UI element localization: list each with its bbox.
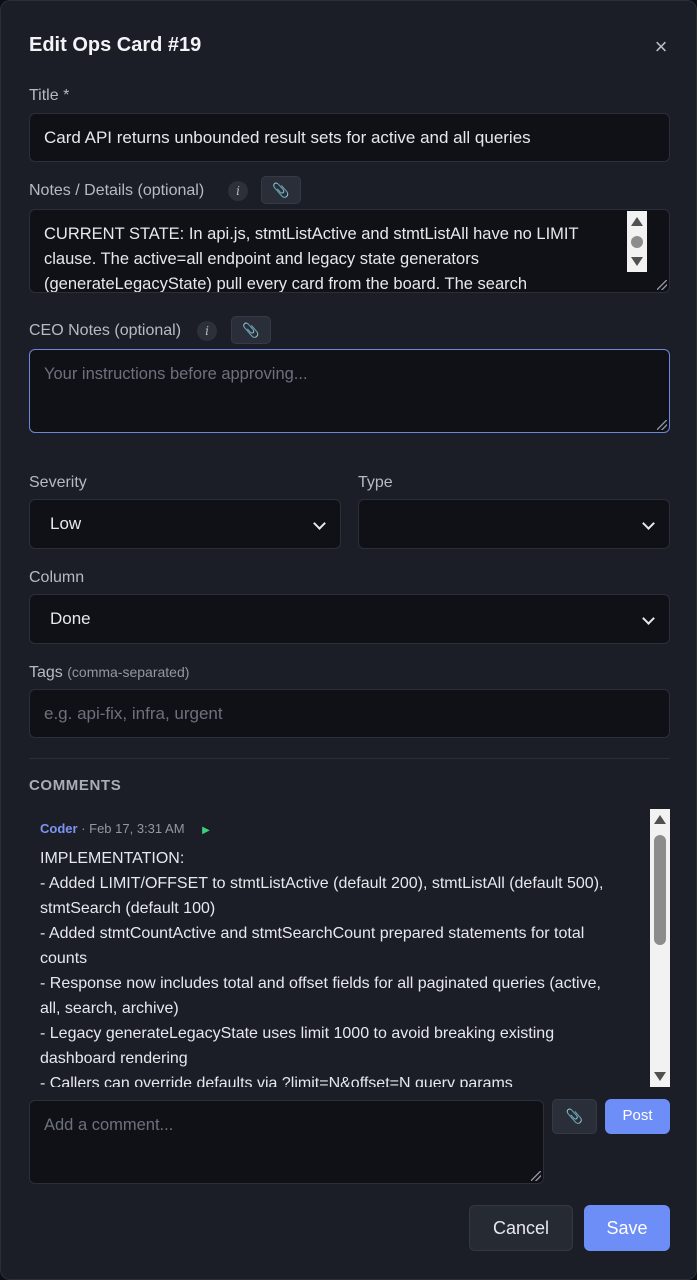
severity-select[interactable]: Low (29, 499, 341, 549)
comment-author: Coder (40, 821, 78, 836)
comments-list: Coder · Feb 17, 3:31 AM ▶ IMPLEMENTATION… (29, 809, 670, 1087)
resize-handle-icon[interactable] (657, 420, 667, 430)
comment-line: - Response now includes total and offset… (40, 975, 601, 992)
tags-hint: (comma-separated) (67, 664, 190, 680)
close-icon[interactable]: × (649, 35, 673, 59)
paperclip-icon: 📎 (242, 322, 260, 338)
comment-line: - Legacy generateLegacyState uses limit … (40, 1025, 555, 1042)
paperclip-icon: 📎 (272, 182, 290, 198)
comment-line: stmtSearch (default 100) (40, 900, 216, 917)
scroll-thumb[interactable] (654, 835, 666, 945)
severity-value: Low (50, 514, 82, 533)
ceo-notes-textarea[interactable]: Your instructions before approving... (29, 349, 670, 433)
add-comment-placeholder: Add a comment... (44, 1116, 174, 1134)
notes-label: Notes / Details (optional) (29, 182, 205, 199)
dialog-title: Edit Ops Card #19 (29, 34, 202, 56)
comment-line: all, search, archive) (40, 1000, 179, 1017)
comment-body: IMPLEMENTATION: - Added LIMIT/OFFSET to … (40, 846, 640, 1087)
chevron-down-icon (313, 517, 326, 530)
column-value: Done (50, 609, 91, 628)
comment-line: counts (40, 950, 88, 967)
save-button[interactable]: Save (584, 1205, 670, 1251)
comment-timestamp: · Feb 17, 3:31 AM (81, 821, 185, 836)
play-icon[interactable]: ▶ (202, 825, 210, 836)
divider (29, 758, 670, 759)
ceo-info-icon[interactable]: i (197, 321, 217, 341)
scroll-up-icon[interactable] (631, 217, 643, 226)
type-select[interactable] (358, 499, 670, 549)
paperclip-icon: 📎 (565, 1108, 584, 1124)
title-input-value: Card API returns unbounded result sets f… (44, 128, 531, 147)
comment-attach-button[interactable]: 📎 (552, 1099, 597, 1134)
column-select[interactable]: Done (29, 594, 670, 644)
notes-line: CURRENT STATE: In api.js, stmtListActive… (44, 225, 579, 243)
tags-input[interactable]: e.g. api-fix, infra, urgent (29, 689, 670, 738)
comment-meta: Coder · Feb 17, 3:31 AM ▶ (40, 821, 210, 836)
edit-card-dialog: Edit Ops Card #19 × Title * Card API ret… (0, 0, 697, 1280)
severity-label: Severity (29, 474, 87, 491)
resize-handle-icon[interactable] (657, 280, 667, 290)
notes-textarea[interactable]: CURRENT STATE: In api.js, stmtListActive… (29, 209, 670, 293)
ceo-notes-placeholder: Your instructions before approving... (44, 365, 308, 383)
comments-title: COMMENTS (29, 777, 122, 794)
cancel-button[interactable]: Cancel (469, 1205, 573, 1251)
comment-line: dashboard rendering (40, 1050, 188, 1067)
notes-attach-button[interactable]: 📎 (261, 176, 301, 204)
resize-handle-icon[interactable] (531, 1171, 541, 1181)
post-button[interactable]: Post (605, 1099, 670, 1134)
column-label: Column (29, 569, 85, 586)
title-input[interactable]: Card API returns unbounded result sets f… (29, 113, 670, 162)
ceo-attach-button[interactable]: 📎 (231, 316, 271, 344)
tags-label: Tags (comma-separated) (29, 664, 189, 682)
scroll-up-icon[interactable] (654, 815, 666, 824)
comment-line: - Added LIMIT/OFFSET to stmtListActive (… (40, 875, 604, 892)
chevron-down-icon (642, 517, 655, 530)
scroll-down-icon[interactable] (654, 1072, 666, 1081)
comments-scrollbar[interactable] (650, 809, 670, 1087)
notes-scrollbar[interactable] (627, 211, 647, 272)
type-label: Type (358, 474, 393, 491)
notes-info-icon[interactable]: i (228, 181, 248, 201)
comment-line: IMPLEMENTATION: (40, 850, 185, 867)
notes-line: clause. The active=all endpoint and lega… (44, 250, 479, 268)
ceo-notes-label: CEO Notes (optional) (29, 322, 182, 339)
comment-line: - Added stmtCountActive and stmtSearchCo… (40, 925, 585, 942)
tags-placeholder: e.g. api-fix, infra, urgent (44, 704, 223, 723)
scroll-thumb[interactable] (631, 236, 643, 248)
title-label: Title * (29, 87, 70, 104)
notes-line: (generateLegacyState) pull every card fr… (44, 275, 528, 293)
scroll-down-icon[interactable] (631, 257, 643, 266)
chevron-down-icon (642, 612, 655, 625)
add-comment-textarea[interactable]: Add a comment... (29, 1100, 544, 1184)
tags-label-text: Tags (29, 664, 63, 681)
comment-line: - Callers can override defaults via ?lim… (40, 1075, 513, 1087)
